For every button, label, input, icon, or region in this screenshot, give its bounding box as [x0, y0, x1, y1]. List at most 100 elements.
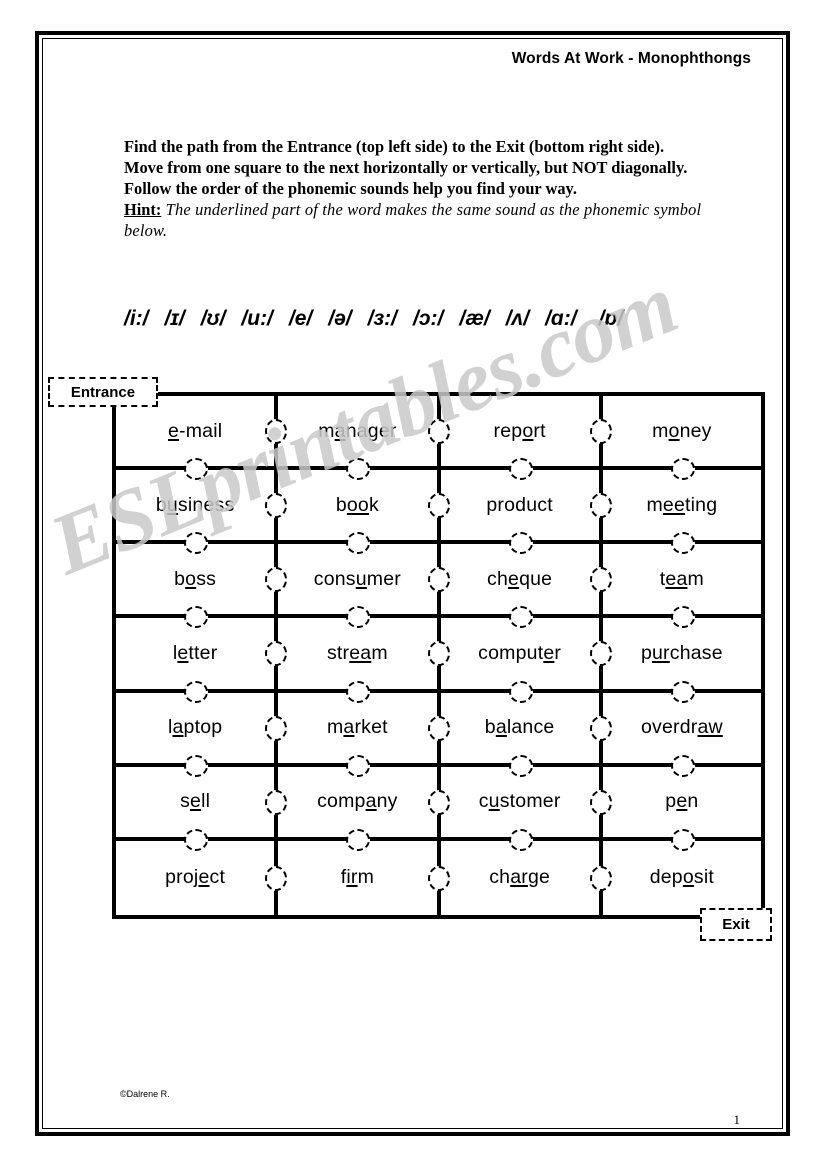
maze-word: purchase — [640, 641, 723, 664]
maze-word: market — [326, 716, 388, 739]
maze-cell[interactable]: project — [116, 840, 288, 915]
maze-cell[interactable]: cheque — [441, 544, 612, 629]
gate-vertical[interactable] — [184, 754, 209, 777]
maze-cell[interactable]: product — [441, 470, 612, 555]
maze-row: project firm charge deposit — [116, 840, 761, 915]
gate-vertical[interactable] — [670, 828, 695, 851]
gate-vertical[interactable] — [508, 680, 533, 703]
maze-cell[interactable]: business — [116, 470, 288, 555]
maze-cell[interactable]: purchase — [603, 618, 761, 703]
gate-vertical[interactable] — [670, 754, 695, 777]
instruction-line-2: Move from one square to the next horizon… — [124, 158, 688, 177]
maze-word: company — [317, 790, 398, 813]
underlined-sound: aw — [697, 716, 723, 739]
gate-horizontal[interactable] — [265, 789, 288, 815]
maze-word: laptop — [167, 716, 223, 739]
maze-cell[interactable]: deposit — [603, 841, 761, 915]
maze-cell[interactable]: team — [603, 544, 761, 629]
gate-vertical[interactable] — [670, 680, 695, 703]
gate-horizontal[interactable] — [589, 493, 612, 519]
maze-cell[interactable]: balance — [441, 692, 612, 777]
maze-cell[interactable]: consumer — [278, 544, 450, 629]
gate-horizontal[interactable] — [427, 865, 450, 891]
gate-vertical[interactable] — [508, 606, 533, 629]
hint-label: Hint: — [124, 200, 162, 219]
maze-word: deposit — [649, 866, 715, 889]
maze-cell[interactable]: market — [278, 692, 450, 777]
maze-cell[interactable]: boss — [116, 544, 288, 629]
underlined-sound: a — [334, 419, 346, 442]
maze-cell[interactable]: report — [441, 396, 612, 481]
gate-vertical[interactable] — [184, 828, 209, 851]
gate-horizontal[interactable] — [589, 715, 612, 741]
gate-horizontal[interactable] — [427, 567, 450, 593]
gate-vertical[interactable] — [670, 532, 695, 555]
maze-word: customer — [478, 790, 561, 813]
phoneme-symbol: /ɜ:/ — [367, 307, 398, 330]
maze-word: project — [165, 866, 226, 889]
exit-label-text: Exit — [722, 916, 750, 933]
maze-word: meeting — [646, 493, 718, 516]
gate-horizontal[interactable] — [427, 789, 450, 815]
maze-cell[interactable]: money — [603, 396, 761, 481]
underlined-sound: ea — [349, 641, 372, 664]
maze-cell[interactable]: firm — [278, 840, 450, 915]
maze-cell[interactable]: manager — [278, 396, 450, 481]
maze-word: firm — [340, 866, 375, 889]
phoneme-symbol: /ʊ/ — [200, 307, 226, 330]
gate-horizontal[interactable] — [589, 419, 612, 445]
underlined-sound: e — [177, 641, 189, 664]
maze-cell[interactable]: customer — [441, 766, 612, 851]
maze-word: team — [659, 567, 704, 590]
underlined-sound: u — [355, 567, 367, 590]
gate-horizontal[interactable] — [427, 715, 450, 741]
maze-cell[interactable]: overdraw — [603, 693, 761, 777]
maze-cell[interactable]: sell — [116, 766, 288, 851]
gate-vertical[interactable] — [508, 828, 533, 851]
phoneme-symbol: /ʌ/ — [505, 307, 530, 330]
gate-vertical[interactable] — [670, 458, 695, 481]
gate-horizontal[interactable] — [427, 419, 450, 445]
maze-word: e-mail — [167, 419, 223, 442]
gate-horizontal[interactable] — [589, 567, 612, 593]
maze-word: overdraw — [640, 716, 723, 739]
maze-row: e-mail manager report money — [116, 396, 761, 481]
maze-cell[interactable]: stream — [278, 618, 450, 703]
maze-cell[interactable]: company — [278, 766, 450, 851]
maze-cell[interactable]: pen — [603, 767, 761, 851]
gate-vertical[interactable] — [508, 532, 533, 555]
gate-horizontal[interactable] — [589, 865, 612, 891]
entrance-label: Entrance — [48, 377, 158, 407]
maze-cell[interactable]: charge — [441, 840, 612, 915]
phoneme-symbol: /ɑ:/ — [545, 307, 577, 330]
gate-vertical[interactable] — [184, 680, 209, 703]
exit-label: Exit — [700, 908, 772, 941]
maze-row: sell company customer pen — [116, 766, 761, 851]
maze-word: cheque — [487, 567, 553, 590]
maze-row: boss consumer cheque team — [116, 544, 761, 629]
maze-word: pen — [665, 790, 699, 813]
gate-vertical[interactable] — [346, 754, 371, 777]
gate-horizontal[interactable] — [427, 641, 450, 667]
maze-cell[interactable]: meeting — [603, 470, 761, 555]
copyright-notice: ©Dalrene R. — [120, 1089, 170, 1099]
maze-cell[interactable]: laptop — [116, 692, 288, 777]
maze-row: business book product meeting — [116, 470, 761, 555]
gate-horizontal[interactable] — [427, 493, 450, 519]
gate-vertical[interactable] — [508, 754, 533, 777]
maze-word: money — [652, 419, 712, 442]
phoneme-symbol: /e/ — [288, 307, 313, 330]
maze-cell[interactable]: computer — [441, 618, 612, 703]
gate-horizontal[interactable] — [265, 715, 288, 741]
maze-cell[interactable]: letter — [116, 618, 288, 703]
underlined-sound: o — [668, 419, 680, 442]
gate-vertical[interactable] — [508, 458, 533, 481]
maze-cell[interactable]: book — [278, 470, 450, 555]
underlined-sound: u — [488, 790, 500, 813]
gate-horizontal[interactable] — [589, 789, 612, 815]
underlined-sound: ur — [652, 641, 670, 664]
maze-word: book — [335, 493, 379, 516]
gate-vertical[interactable] — [346, 680, 371, 703]
instruction-line-3: Follow the order of the phonemic sounds … — [124, 179, 577, 198]
phoneme-symbol: /ə/ — [328, 307, 352, 330]
